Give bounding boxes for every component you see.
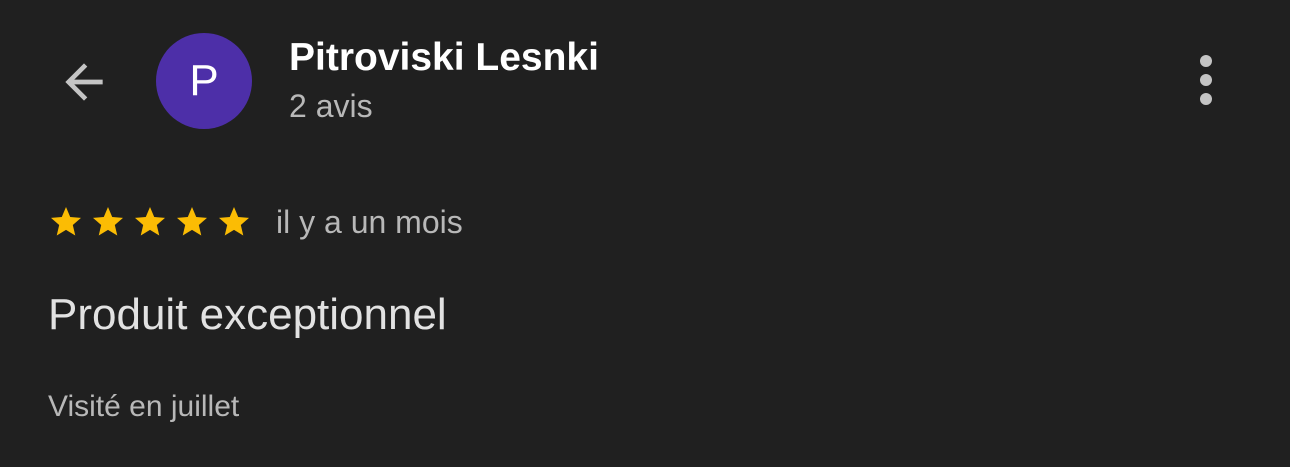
star-icon — [135, 207, 165, 236]
visit-info: Visité en juillet — [48, 390, 240, 423]
review-detail-screen: P Pitroviski Lesnki 2 avis il y a un moi… — [0, 0, 1290, 467]
star-rating — [48, 204, 252, 240]
more-vert-icon — [1200, 55, 1212, 105]
review-text: Produit exceptionnel — [48, 290, 447, 339]
star-icon — [51, 207, 81, 236]
review-count[interactable]: 2 avis — [289, 88, 373, 125]
more-options-button[interactable] — [1180, 50, 1232, 112]
rating-row: il y a un mois — [48, 200, 463, 244]
back-button[interactable] — [54, 52, 114, 112]
author-name[interactable]: Pitroviski Lesnki — [289, 36, 599, 80]
avatar[interactable]: P — [156, 33, 252, 129]
star-icon — [177, 207, 207, 236]
star-icon — [93, 207, 123, 236]
arrow-back-icon — [65, 63, 103, 101]
avatar-initial: P — [189, 56, 219, 105]
review-time: il y a un mois — [276, 203, 463, 240]
star-icon — [219, 207, 249, 236]
